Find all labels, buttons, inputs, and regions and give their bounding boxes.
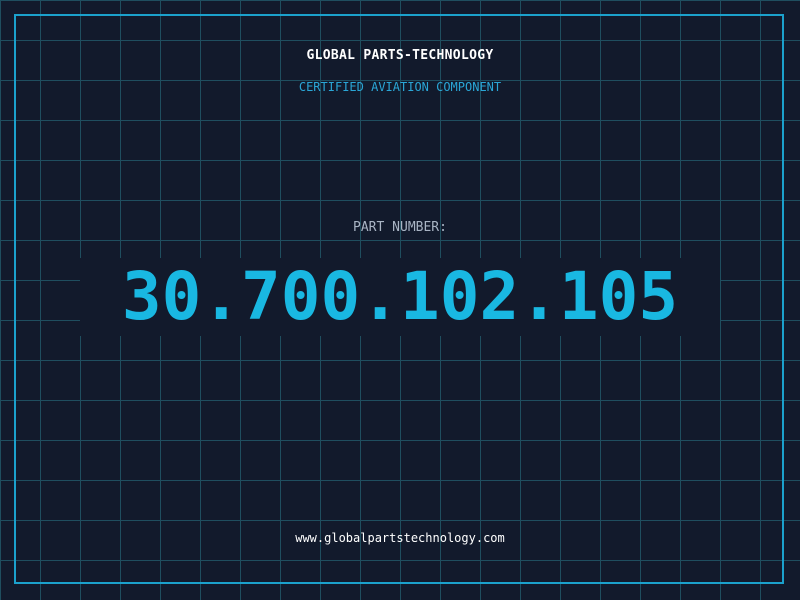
certification-subtitle: CERTIFIED AVIATION COMPONENT	[298, 80, 502, 94]
company-title: GLOBAL PARTS-TECHNOLOGY	[306, 48, 494, 63]
label-canvas: GLOBAL PARTS-TECHNOLOGY CERTIFIED AVIATI…	[0, 0, 800, 600]
website-url: www.globalpartstechnology.com	[295, 531, 505, 545]
part-number-value: 30.700.102.105	[121, 258, 679, 335]
part-number-label: PART NUMBER:	[353, 220, 447, 235]
